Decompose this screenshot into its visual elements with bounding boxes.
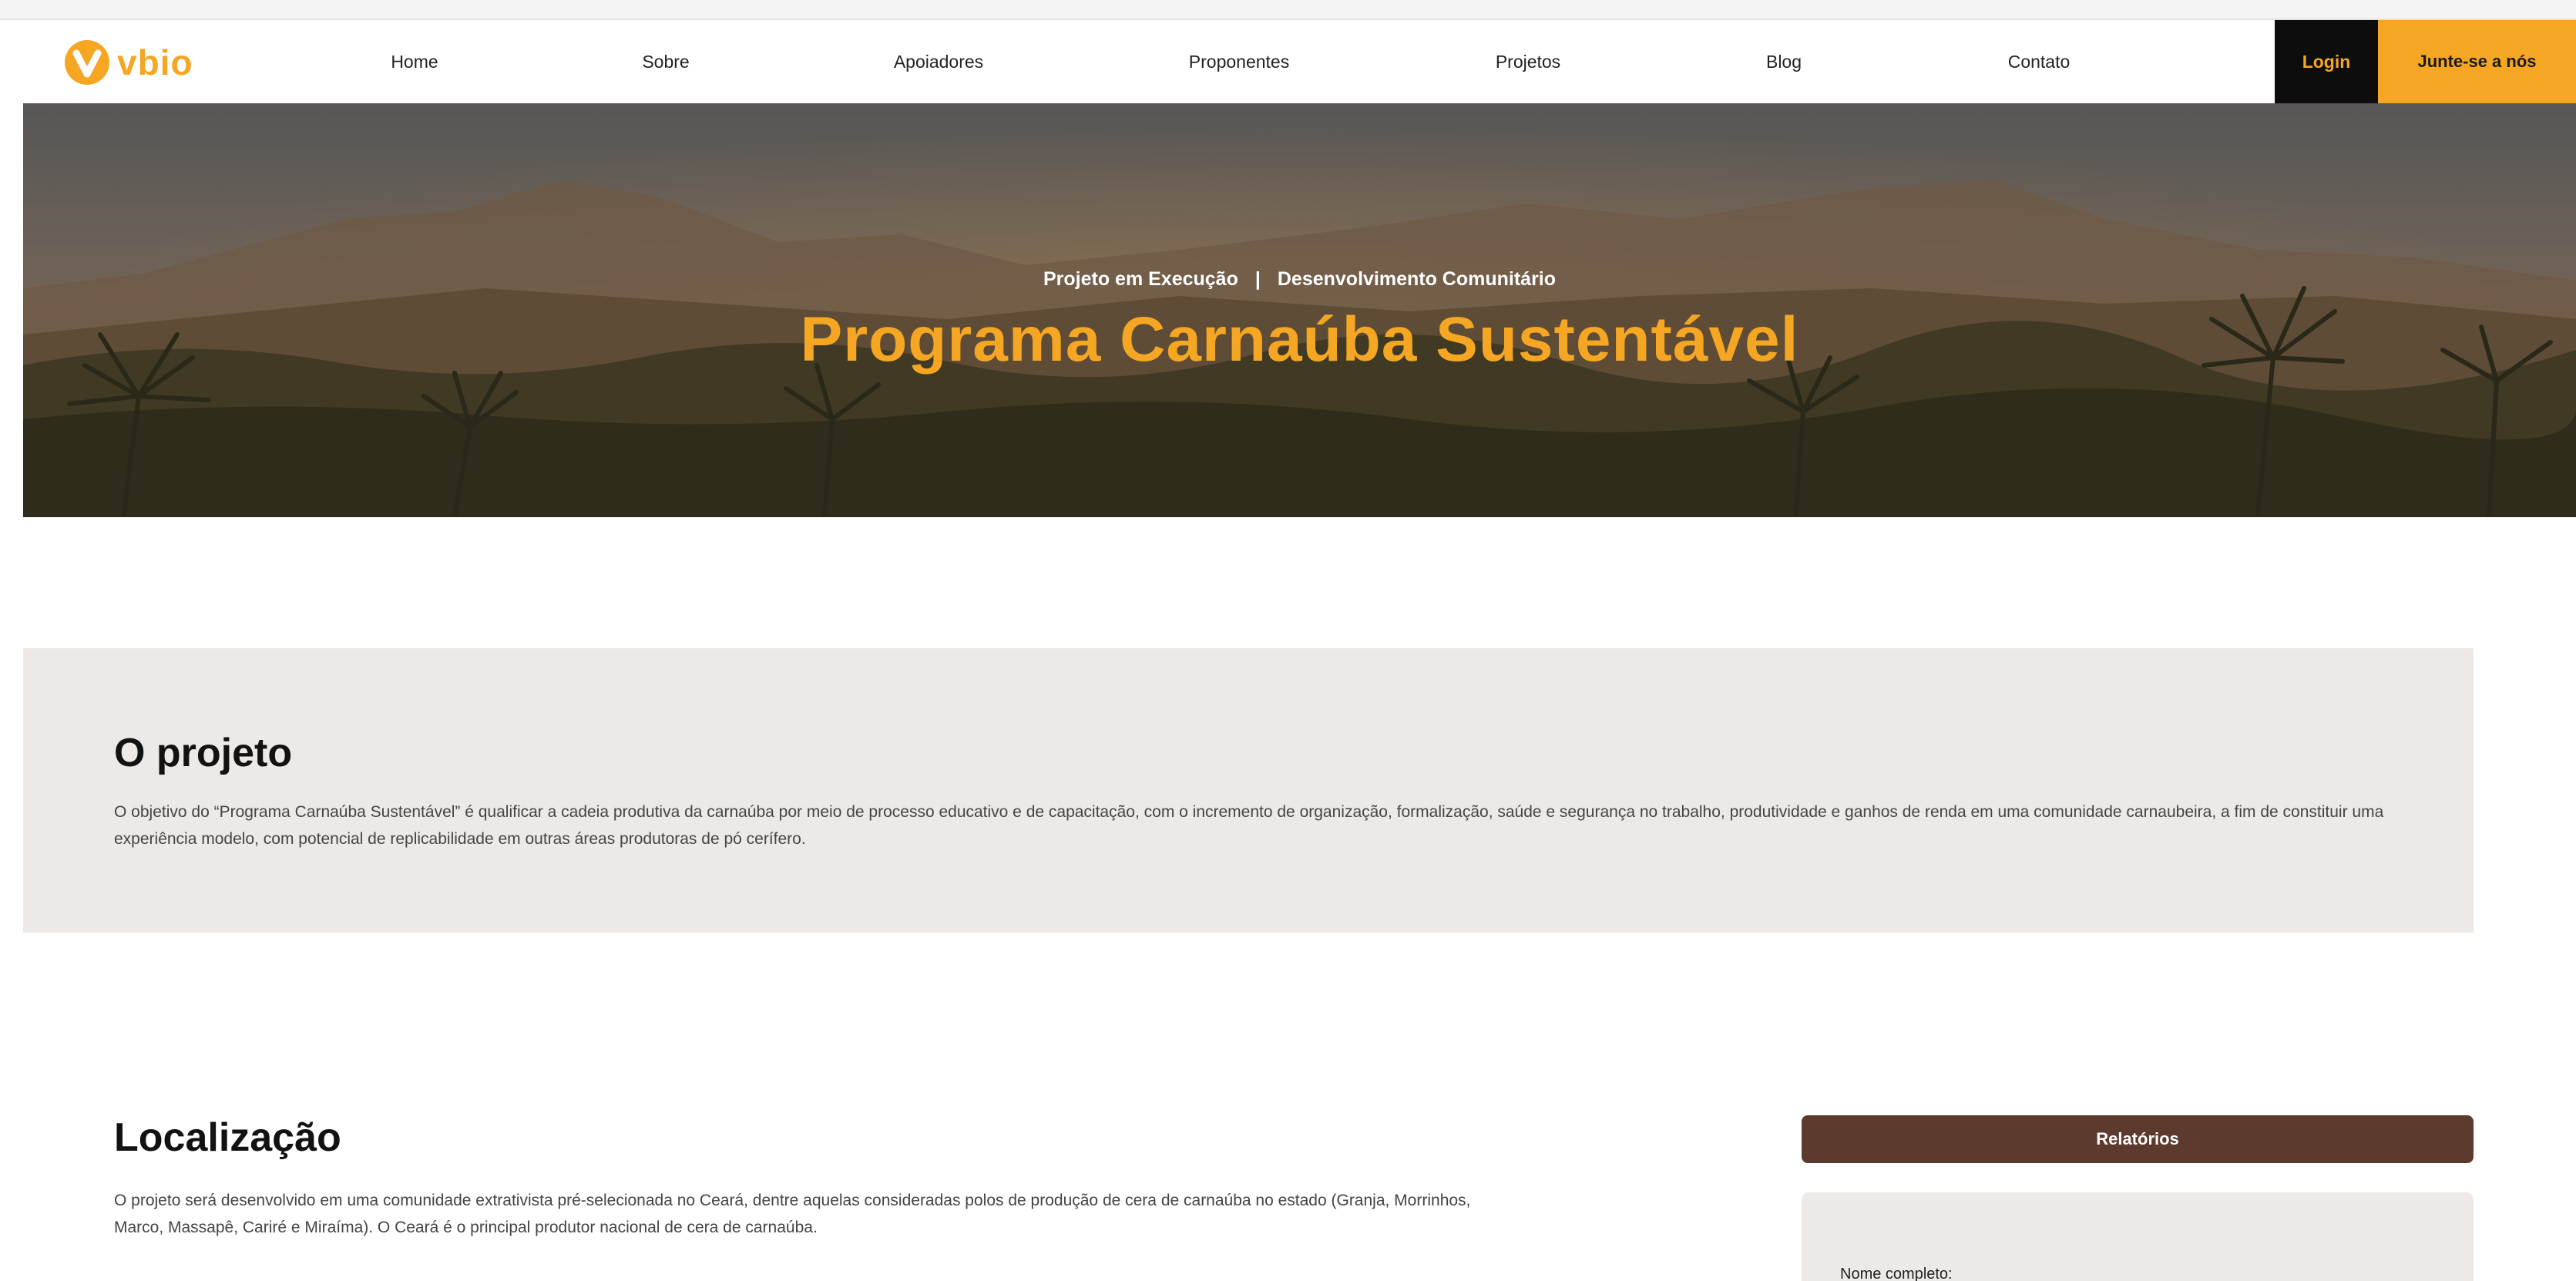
nav-home[interactable]: Home	[391, 20, 438, 103]
nav-apoiadores[interactable]: Apoiadores	[894, 20, 983, 103]
project-section: O projeto O objetivo do “Programa Carnaú…	[23, 648, 2474, 933]
logo-text: vbio	[117, 42, 193, 82]
full-name-label: Nome completo:	[1840, 1266, 1953, 1281]
reports-button[interactable]: Relatórios	[1802, 1115, 2474, 1163]
reports-form-card: Nome completo:	[1802, 1192, 2474, 1281]
logo[interactable]: vbio	[65, 39, 193, 86]
location-description: O projeto será desenvolvido em uma comun…	[114, 1192, 1471, 1236]
hero-banner: Projeto em Execução | Desenvolvimento Comu…	[23, 103, 2576, 517]
nav-blog[interactable]: Blog	[1766, 20, 1802, 103]
nav-sobre[interactable]: Sobre	[642, 20, 689, 103]
project-category: Desenvolvimento Comunitário	[1277, 268, 1557, 290]
navbar: vbio Home Sobre Apoiadores Proponentes P…	[23, 20, 2576, 103]
logo-v-icon	[65, 40, 109, 85]
nav-projetos[interactable]: Projetos	[1496, 20, 1560, 103]
nav-contato[interactable]: Contato	[2008, 20, 2071, 103]
project-description: O objetivo do “Programa Carnaúba Sustent…	[114, 803, 2384, 848]
project-status: Projeto em Execução	[1043, 268, 1238, 290]
project-heading: O projeto	[114, 731, 293, 775]
location-heading: Localização	[114, 1115, 341, 1160]
join-button[interactable]: Junte-se a nós	[2378, 20, 2576, 103]
browser-frame-top	[0, 0, 2576, 20]
nav-proponentes[interactable]: Proponentes	[1189, 20, 1289, 103]
page-title: Programa Carnaúba Sustentável	[800, 304, 1799, 375]
hero-separator: |	[1254, 268, 1261, 290]
login-button[interactable]: Login	[2275, 20, 2378, 103]
hero-subtitle: Projeto em Execução | Desenvolvimento Comu…	[23, 268, 2576, 291]
